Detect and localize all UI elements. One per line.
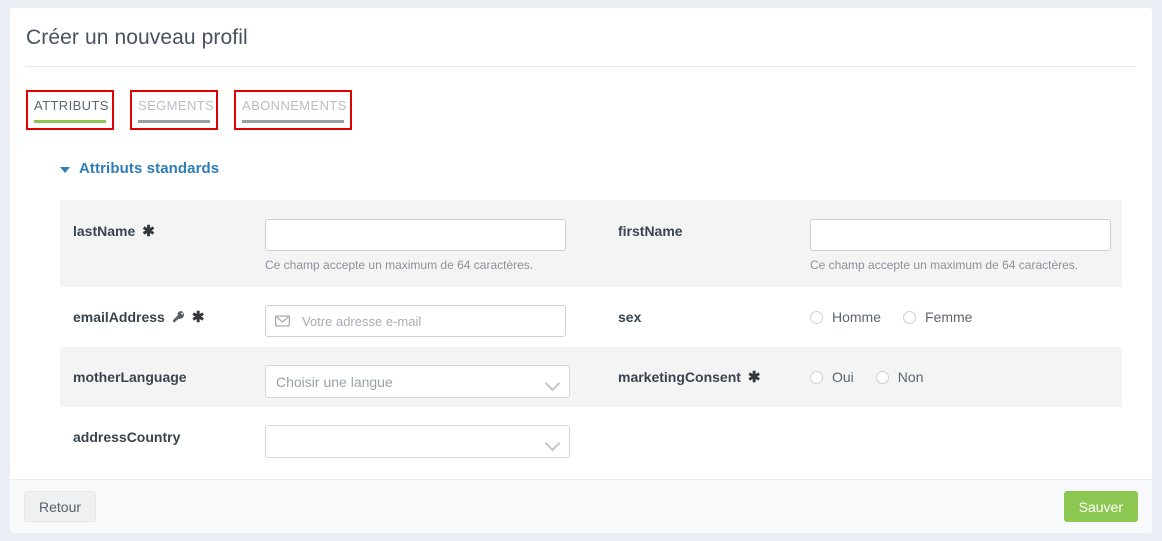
field-sex-label: sex (605, 287, 810, 347)
mother-language-select[interactable]: Choisir une langue (265, 365, 570, 398)
field-sex: sex Homme Femme (605, 287, 1122, 347)
section-header-attributs-standards[interactable]: Attributs standards (60, 160, 219, 177)
field-first-name-label: firstName (605, 200, 810, 262)
field-address-country: addressCountry (60, 407, 605, 467)
email-address-input[interactable] (265, 305, 566, 337)
last-name-input[interactable] (265, 219, 566, 251)
marketing-consent-radio-group: Oui Non (810, 365, 945, 389)
field-address-country-control (265, 407, 570, 458)
field-first-name-control: Ce champ accepte un maximum de 64 caract… (810, 200, 1111, 272)
address-country-select-wrapper (265, 425, 570, 458)
field-email-address-label-text: emailAddress (73, 309, 165, 325)
field-mother-language-label: motherLanguage (60, 347, 265, 407)
tab-abonnements-underline (242, 120, 344, 123)
profile-form-card: Créer un nouveau profil ATTRIBUTS SEGMEN… (10, 8, 1152, 533)
field-last-name-control: Ce champ accepte un maximum de 64 caract… (265, 200, 566, 272)
field-last-name-label-text: lastName (73, 223, 136, 239)
form-row-language-consent: motherLanguage Choisir une langue market… (60, 347, 1122, 407)
sex-radio-group: Homme Femme (810, 305, 994, 329)
radio-marketing-consent-non-label: Non (897, 369, 924, 385)
field-marketing-consent-label: marketingConsent ✱ (605, 347, 810, 407)
first-name-input[interactable] (810, 219, 1111, 251)
field-marketing-consent-label-text: marketingConsent (618, 369, 741, 385)
field-empty-slot (605, 407, 1122, 467)
key-icon (172, 310, 185, 325)
tab-segments[interactable]: SEGMENTS (130, 90, 218, 130)
field-last-name-label: lastName ✱ (60, 200, 265, 262)
field-mother-language-control: Choisir une langue (265, 347, 570, 398)
radio-circle-icon (810, 310, 823, 324)
tab-segments-underline (138, 120, 210, 123)
email-input-wrapper (265, 305, 566, 337)
page-title: Créer un nouveau profil (26, 26, 248, 49)
section-title: Attributs standards (79, 160, 220, 177)
tab-attributs-label: ATTRIBUTS (34, 98, 109, 113)
first-name-help-text: Ce champ accepte un maximum de 64 caract… (810, 258, 1079, 272)
field-email-address-control (265, 287, 566, 337)
field-email-address-label: emailAddress ✱ (60, 287, 265, 347)
radio-marketing-consent-oui[interactable]: Oui (810, 369, 854, 385)
radio-sex-femme-label: Femme (925, 309, 973, 325)
tab-attributs-underline (34, 120, 106, 123)
tab-abonnements[interactable]: ABONNEMENTS (234, 90, 352, 130)
field-sex-control: Homme Femme (810, 287, 994, 329)
field-mother-language: motherLanguage Choisir une langue (60, 347, 605, 407)
mother-language-select-wrapper: Choisir une langue (265, 365, 570, 398)
field-first-name: firstName Ce champ accepte un maximum de… (605, 200, 1122, 287)
required-asterisk-icon: ✱ (142, 222, 155, 240)
last-name-help-text: Ce champ accepte un maximum de 64 caract… (265, 258, 534, 272)
radio-marketing-consent-oui-label: Oui (832, 369, 854, 385)
field-sex-label-text: sex (618, 309, 642, 325)
form-row-names: lastName ✱ Ce champ accepte un maximum d… (60, 200, 1122, 287)
required-asterisk-icon: ✱ (747, 368, 761, 386)
address-country-select[interactable] (265, 425, 570, 458)
radio-marketing-consent-non[interactable]: Non (875, 369, 924, 385)
radio-circle-icon (875, 370, 889, 384)
radio-circle-icon (810, 370, 823, 384)
field-last-name: lastName ✱ Ce champ accepte un maximum d… (60, 200, 605, 287)
radio-sex-femme[interactable]: Femme (903, 309, 972, 325)
title-divider (26, 66, 1136, 67)
caret-down-icon (60, 166, 70, 173)
radio-sex-homme-label: Homme (832, 309, 882, 325)
tab-segments-label: SEGMENTS (138, 98, 215, 113)
attributes-form: lastName ✱ Ce champ accepte un maximum d… (60, 200, 1122, 467)
field-email-address: emailAddress ✱ (60, 287, 605, 347)
field-first-name-label-text: firstName (618, 223, 683, 239)
tab-attributs[interactable]: ATTRIBUTS (26, 90, 114, 130)
form-row-email-sex: emailAddress ✱ Votre adresse e-mail sex … (60, 287, 1122, 347)
radio-circle-icon (903, 310, 917, 324)
field-mother-language-label-text: motherLanguage (73, 369, 187, 385)
field-address-country-label: addressCountry (60, 407, 265, 467)
form-footer: Retour Sauver (10, 479, 1152, 533)
required-asterisk-icon: ✱ (191, 308, 205, 326)
tab-abonnements-label: ABONNEMENTS (242, 98, 347, 113)
field-address-country-label-text: addressCountry (73, 429, 181, 445)
radio-sex-homme[interactable]: Homme (810, 309, 881, 325)
form-row-address-country: addressCountry (60, 407, 1122, 467)
field-marketing-consent: marketingConsent ✱ Oui Non (605, 347, 1122, 407)
save-button[interactable]: Sauver (1063, 491, 1138, 522)
back-button[interactable]: Retour (24, 491, 97, 522)
field-marketing-consent-control: Oui Non (810, 347, 945, 389)
